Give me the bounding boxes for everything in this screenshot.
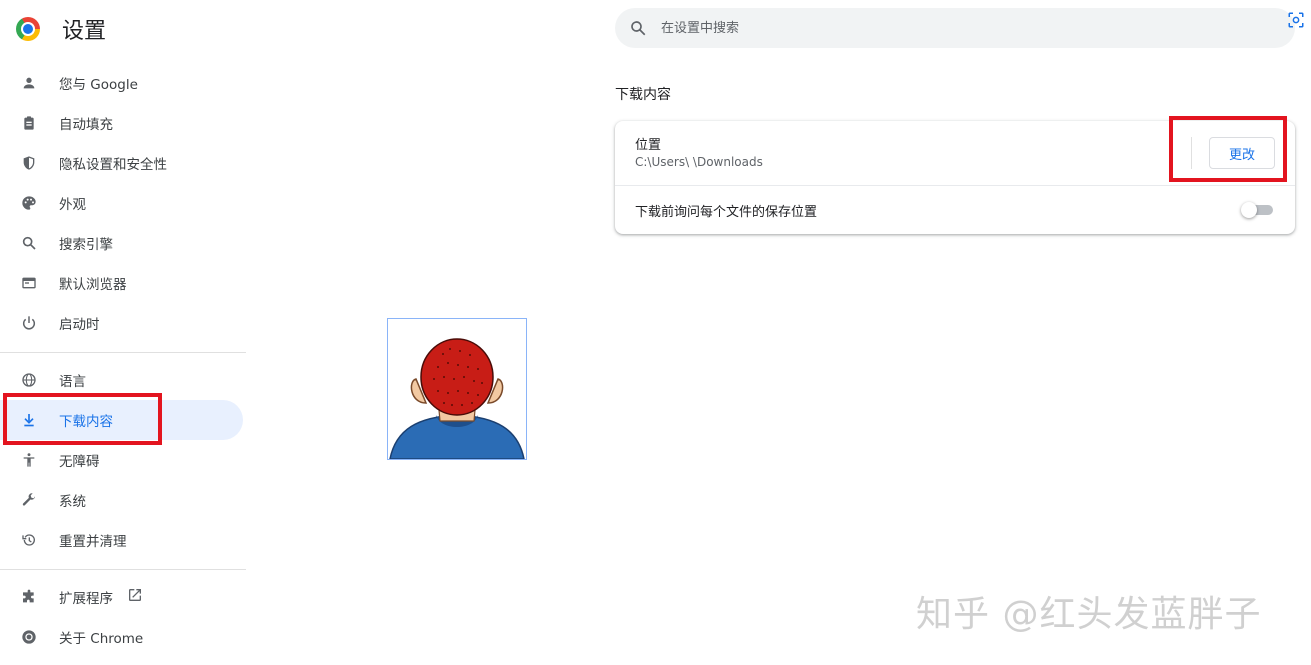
sidebar-item-label: 系统 xyxy=(59,494,86,510)
sidebar-item-about-chrome[interactable]: 关于 Chrome xyxy=(0,617,243,657)
location-path: C:\Users\ \Downloads xyxy=(635,155,763,169)
power-icon xyxy=(19,313,39,333)
sidebar-item-downloads[interactable]: 下载内容 xyxy=(0,400,243,440)
settings-search-bar[interactable] xyxy=(615,8,1295,48)
location-row: 位置 C:\Users\ \Downloads 更改 xyxy=(615,121,1295,185)
watermark-text: 知乎 @红头发蓝胖子 xyxy=(916,594,1262,635)
sidebar-item-label: 重置并清理 xyxy=(59,534,127,550)
sidebar-item-label: 默认浏览器 xyxy=(59,277,127,293)
sidebar-item-autofill[interactable]: 自动填充 xyxy=(0,103,243,143)
page-title: 设置 xyxy=(62,19,107,44)
toggle-knob xyxy=(1241,202,1257,218)
change-location-button[interactable]: 更改 xyxy=(1209,137,1275,169)
sidebar-item-on-startup[interactable]: 启动时 xyxy=(0,303,243,343)
lens-icon[interactable] xyxy=(1284,8,1308,32)
chrome-icon xyxy=(19,627,39,647)
sidebar-item-label: 外观 xyxy=(59,197,86,213)
ask-location-label: 下载前询问每个文件的保存位置 xyxy=(635,205,818,220)
sidebar-item-label: 关于 Chrome xyxy=(59,631,144,647)
location-label: 位置 xyxy=(635,138,662,153)
download-icon xyxy=(19,410,39,430)
ask-location-row[interactable]: 下载前询问每个文件的保存位置 xyxy=(615,186,1295,234)
sidebar-divider xyxy=(0,352,246,353)
sidebar-item-label: 自动填充 xyxy=(59,117,113,133)
sidebar-item-privacy[interactable]: 隐私设置和安全性 xyxy=(0,143,243,183)
search-input[interactable] xyxy=(659,19,1263,37)
sidebar-item-label: 隐私设置和安全性 xyxy=(59,157,167,173)
sidebar-item-label: 启动时 xyxy=(59,317,100,333)
wrench-icon xyxy=(19,490,39,510)
browser-icon xyxy=(19,273,39,293)
sidebar-divider xyxy=(0,569,246,570)
brand: 设置 xyxy=(16,14,106,44)
sidebar-item-label: 下载内容 xyxy=(59,414,113,430)
sidebar-item-extensions[interactable]: 扩展程序 xyxy=(0,577,243,617)
shield-icon xyxy=(19,153,39,173)
sidebar-item-appearance[interactable]: 外观 xyxy=(0,183,243,223)
sidebar-item-languages[interactable]: 语言 xyxy=(0,360,243,400)
sidebar-item-default-browser[interactable]: 默认浏览器 xyxy=(0,263,243,303)
cartoon-avatar-image xyxy=(387,318,527,460)
accessibility-icon xyxy=(19,450,39,470)
sidebar-item-label: 语言 xyxy=(59,374,86,390)
sidebar-item-label: 扩展程序 xyxy=(59,591,113,607)
sidebar-item-accessibility[interactable]: 无障碍 xyxy=(0,440,243,480)
chrome-logo-icon xyxy=(16,17,40,41)
clipboard-icon xyxy=(19,113,39,133)
palette-icon xyxy=(19,193,39,213)
globe-icon xyxy=(19,370,39,390)
sidebar-item-search-engine[interactable]: 搜索引擎 xyxy=(0,223,243,263)
search-icon xyxy=(629,19,647,37)
downloads-card: 位置 C:\Users\ \Downloads 更改 下载前询问每个文件的保存位… xyxy=(615,121,1295,234)
ask-location-toggle[interactable] xyxy=(1241,202,1273,218)
person-icon xyxy=(19,73,39,93)
sidebar-item-label: 无障碍 xyxy=(59,454,100,470)
sidebar: 设置 您与 Google 自动填充 隐私设置和安全性 外观 搜索引擎 默认浏览器… xyxy=(0,0,246,665)
section-title: 下载内容 xyxy=(615,87,671,103)
puzzle-icon xyxy=(19,587,39,607)
row-separator xyxy=(1191,137,1192,169)
search-icon xyxy=(19,233,39,253)
history-icon xyxy=(19,530,39,550)
open-in-new-icon xyxy=(127,587,143,607)
sidebar-item-system[interactable]: 系统 xyxy=(0,480,243,520)
sidebar-item-label: 搜索引擎 xyxy=(59,237,113,253)
sidebar-item-label: 您与 Google xyxy=(59,77,138,93)
settings-page: 设置 您与 Google 自动填充 隐私设置和安全性 外观 搜索引擎 默认浏览器… xyxy=(0,0,1311,665)
sidebar-item-you-and-google[interactable]: 您与 Google xyxy=(0,63,243,103)
sidebar-item-reset[interactable]: 重置并清理 xyxy=(0,520,243,560)
